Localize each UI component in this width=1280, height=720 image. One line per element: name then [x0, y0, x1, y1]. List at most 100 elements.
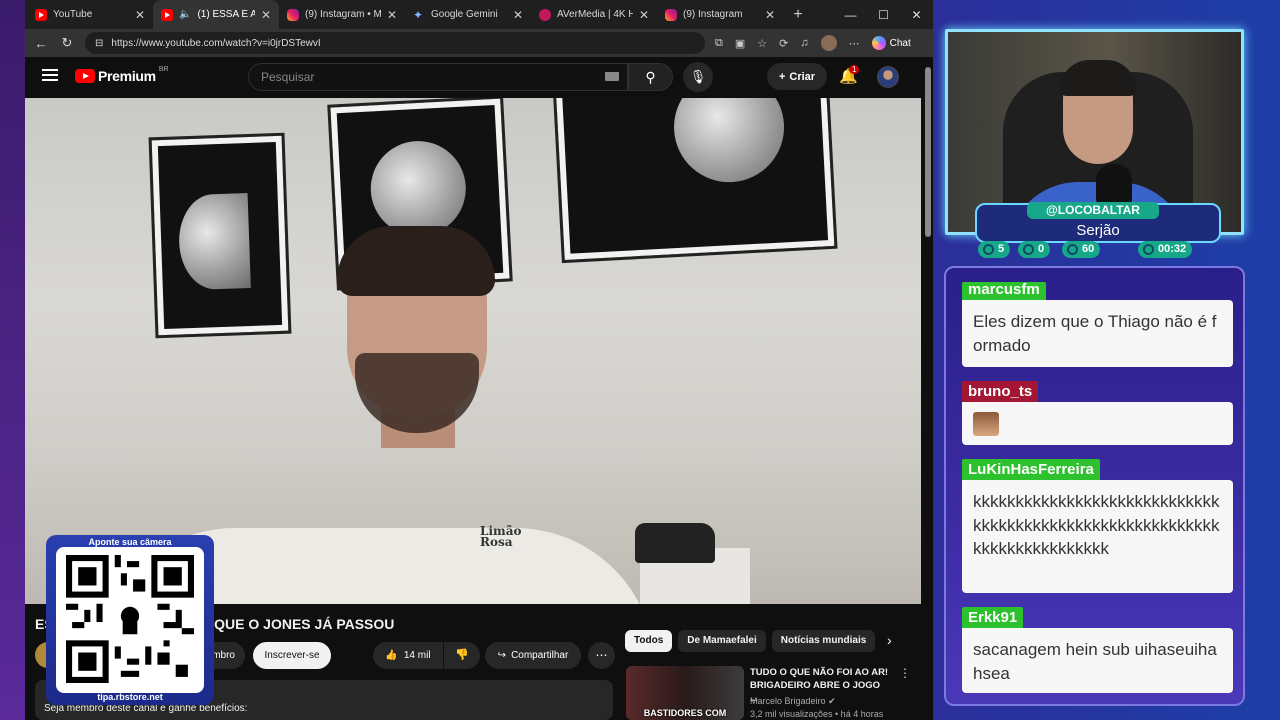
- close-window-icon[interactable]: ✕: [900, 8, 933, 22]
- thumbnail-caption: BASTIDORES COM: [643, 708, 727, 718]
- new-tab-button[interactable]: +: [783, 6, 813, 24]
- avermedia-icon: [539, 8, 551, 21]
- url-text: https://www.youtube.com/watch?v=i0jrDSTe…: [111, 37, 321, 49]
- favorite-icon[interactable]: ☆: [757, 37, 767, 50]
- instagram-icon: [287, 8, 299, 21]
- chat-message: sacanagem hein sub uihaseuihahsea: [962, 628, 1233, 693]
- tab-youtube[interactable]: YouTube ✕: [27, 0, 153, 29]
- keyboard-icon[interactable]: [605, 72, 619, 81]
- more-actions-button[interactable]: ⋯: [588, 642, 615, 669]
- youtube-logo[interactable]: Premium BR: [75, 65, 169, 84]
- share-button[interactable]: ↪ Compartilhar: [485, 642, 581, 669]
- chip-world-news[interactable]: Notícias mundiais: [771, 630, 876, 652]
- close-icon[interactable]: ✕: [513, 8, 523, 22]
- stat-viewers: 0: [1018, 241, 1051, 258]
- avatar[interactable]: [877, 66, 899, 88]
- chat-message: [962, 402, 1233, 445]
- tab-label: AVerMedia | 4K HDMI: [557, 9, 633, 20]
- like-button[interactable]: 👍 14 mil: [373, 642, 443, 669]
- more-vert-icon[interactable]: ⋮: [899, 666, 911, 680]
- verified-icon: ✔: [828, 696, 836, 706]
- url-field[interactable]: ⊟ https://www.youtube.com/watch?v=i0jrDS…: [85, 32, 705, 54]
- minimize-icon[interactable]: —: [834, 8, 867, 22]
- media-icon[interactable]: ♫: [800, 37, 808, 49]
- chat-username: marcusfm: [962, 282, 1046, 300]
- qr-caption-bottom: tipa.rbstore.net: [97, 692, 163, 702]
- stat-uptime: 00:32: [1138, 241, 1193, 258]
- reload-icon[interactable]: ↻: [59, 35, 75, 51]
- instagram-icon: [665, 8, 677, 21]
- gemini-icon: ✦: [413, 7, 424, 22]
- tab-instagram-messages[interactable]: (9) Instagram • Mensa ✕: [279, 0, 405, 29]
- scrollbar[interactable]: [924, 57, 933, 720]
- tab-avermedia[interactable]: AVerMedia | 4K HDMI ✕: [531, 0, 657, 29]
- extensions-icon[interactable]: ⟳: [779, 37, 788, 50]
- youtube-icon: [161, 8, 173, 21]
- country-code: BR: [158, 65, 169, 73]
- chip-all[interactable]: Todos: [625, 630, 673, 652]
- video-player[interactable]: Limão Rosa: [25, 98, 921, 604]
- moon-frame-right: [552, 98, 838, 264]
- thumbs-up-icon: 👍: [385, 650, 398, 661]
- face-emote: [973, 412, 999, 436]
- split-icon[interactable]: ▣: [735, 37, 745, 50]
- speaker-icon[interactable]: 🔈: [179, 9, 191, 20]
- youtube-header: Premium BR Pesquisar ⚲ 🎙 + Criar 🔔 1: [25, 57, 933, 97]
- close-icon[interactable]: ✕: [765, 8, 775, 22]
- stat-chat: 5: [978, 241, 1011, 258]
- close-icon[interactable]: ✕: [135, 8, 145, 22]
- copilot-chat-button[interactable]: Chat: [871, 36, 911, 50]
- menu-icon[interactable]: [42, 69, 58, 81]
- share-icon: ↪: [497, 650, 507, 661]
- chat-message: kkkkkkkkkkkkkkkkkkkkkkkkkkkkkkkkkkkkkkkk…: [962, 480, 1233, 593]
- menu-icon[interactable]: ⋯: [849, 37, 860, 50]
- close-icon[interactable]: ✕: [261, 8, 271, 22]
- recommendation-thumbnail[interactable]: BASTIDORES COM: [626, 666, 744, 720]
- chat-label: Chat: [889, 37, 911, 49]
- search-button[interactable]: ⚲: [628, 63, 673, 91]
- tab-video[interactable]: 🔈 (1) ESSA É A MAIOR ✕: [153, 0, 279, 29]
- tab-gemini[interactable]: ✦ Google Gemini ✕: [405, 0, 531, 29]
- search-input[interactable]: Pesquisar: [248, 63, 628, 91]
- tab-label: (9) Instagram: [683, 9, 743, 20]
- qr-code-graphic: [66, 555, 194, 683]
- tab-label: YouTube: [53, 9, 93, 20]
- toolbar-icons: ⧉ ▣ ☆ ⟳ ♫ ⋯ Chat: [715, 35, 911, 51]
- create-button[interactable]: + Criar: [767, 63, 827, 90]
- translate-icon[interactable]: ⧉: [715, 37, 723, 50]
- chip-mamaefalei[interactable]: De Mamaefalei: [678, 630, 766, 652]
- tab-instagram[interactable]: (9) Instagram ✕: [657, 0, 783, 29]
- chevron-right-icon[interactable]: ›: [887, 632, 892, 648]
- tab-label: Google Gemini: [431, 9, 498, 20]
- chat-icon: [983, 244, 994, 255]
- shirt-logo: Limão Rosa: [480, 524, 522, 549]
- bag: [635, 523, 715, 563]
- maximize-icon[interactable]: ☐: [867, 8, 900, 22]
- plus-icon: +: [778, 70, 786, 83]
- person-beard: [355, 353, 479, 433]
- moon-frame-left: [148, 132, 292, 339]
- scrollbar-thumb[interactable]: [925, 67, 931, 237]
- site-info-icon[interactable]: ⊟: [95, 38, 103, 49]
- dislike-button[interactable]: 👎: [444, 642, 480, 669]
- thumbs-down-icon: 👎: [455, 649, 469, 661]
- recommendation-channel[interactable]: Marcelo Brigadeiro ✔: [750, 696, 836, 707]
- close-icon[interactable]: ✕: [387, 8, 397, 22]
- clock-icon: [1143, 244, 1154, 255]
- share-label: Compartilhar: [511, 650, 569, 661]
- user-icon: [1067, 244, 1078, 255]
- close-icon[interactable]: ✕: [639, 8, 649, 22]
- profile-avatar[interactable]: [820, 35, 837, 51]
- chat-message: Eles dizem que o Thiago não é formado: [962, 300, 1233, 367]
- back-icon[interactable]: ←: [33, 36, 49, 51]
- person-hair: [337, 226, 495, 296]
- mic-icon: 🎙: [689, 69, 707, 84]
- subscribe-button[interactable]: Inscrever-se: [253, 642, 331, 669]
- window-controls: — ☐ ✕: [834, 8, 933, 22]
- chat-username: bruno_ts: [962, 381, 1039, 403]
- youtube-icon: [35, 8, 47, 21]
- voice-search-button[interactable]: 🎙: [683, 62, 713, 92]
- qr-code: [56, 547, 204, 693]
- recommendation-meta: 3,2 mil visualizações • há 4 horas: [750, 709, 884, 719]
- like-count: 14 mil: [403, 650, 431, 661]
